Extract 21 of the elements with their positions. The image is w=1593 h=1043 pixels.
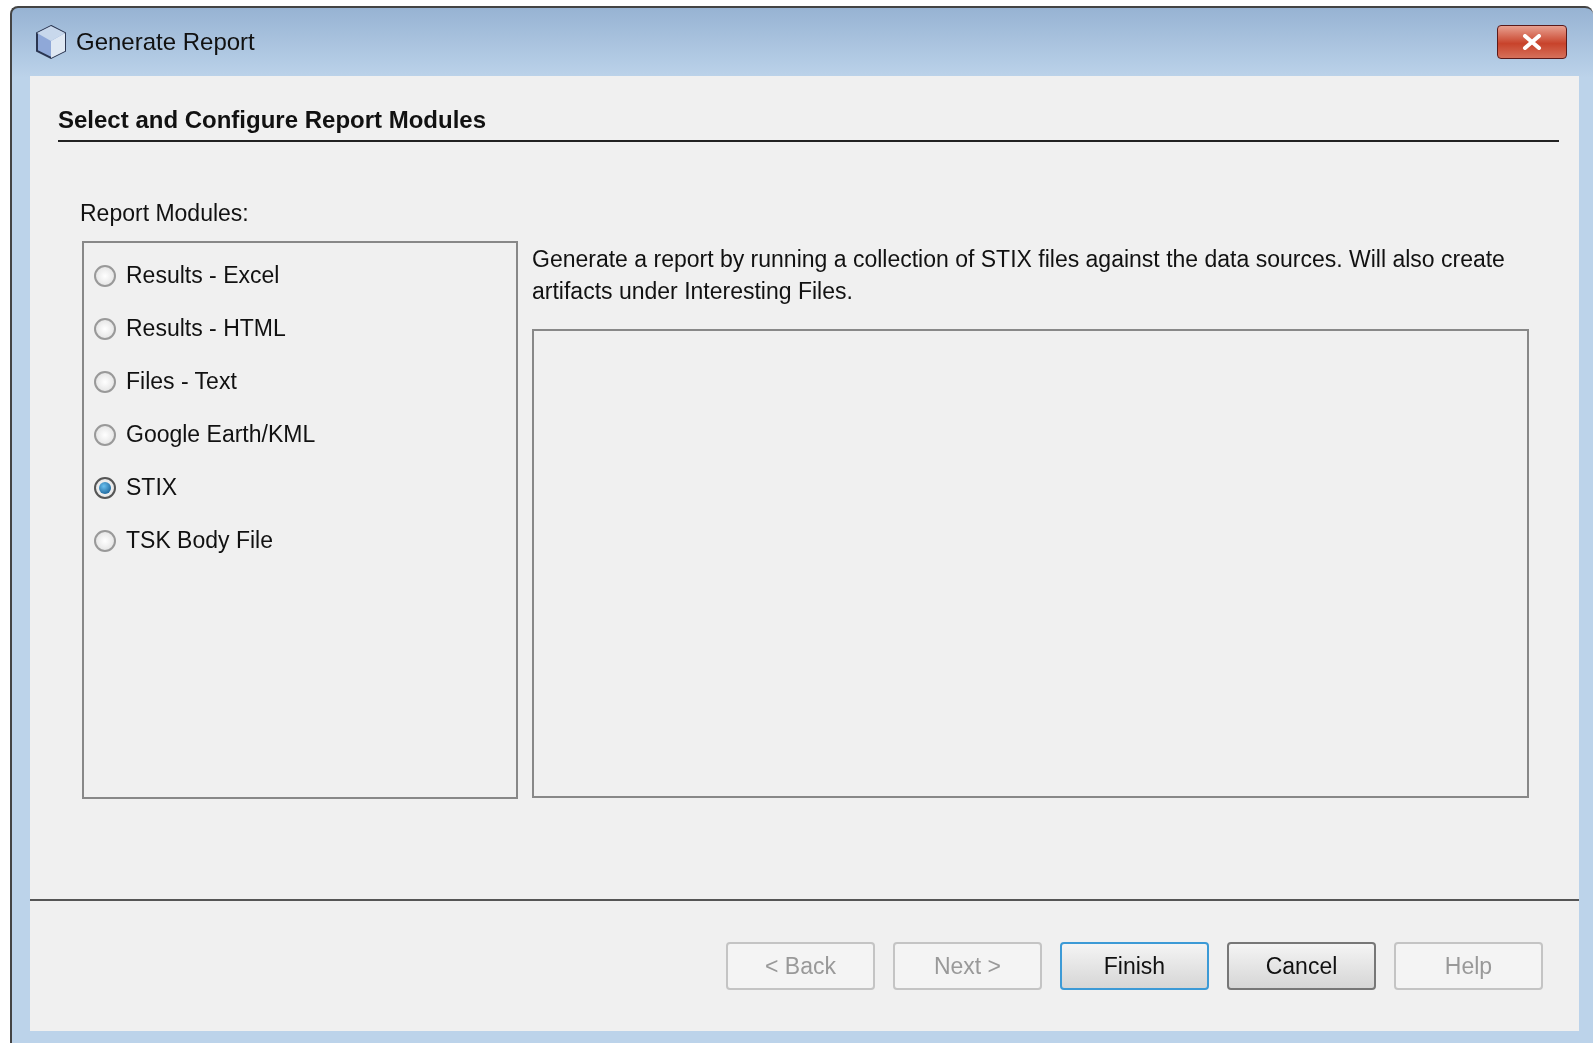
cube-icon — [34, 24, 68, 60]
radio-option[interactable]: Results - HTML — [94, 302, 506, 355]
dialog-button[interactable]: Finish — [1060, 942, 1209, 990]
modules-label: Report Modules: — [80, 200, 250, 227]
section-heading: Select and Configure Report Modules — [58, 106, 1559, 142]
radio-button[interactable] — [94, 370, 116, 393]
radio-option[interactable]: Results - Excel — [94, 249, 506, 302]
close-icon — [1521, 34, 1543, 50]
dialog-button[interactable]: Cancel — [1227, 942, 1376, 990]
radio-option[interactable]: STIX — [94, 461, 506, 514]
radio-option[interactable]: Google Earth/KML — [94, 408, 506, 461]
radio-button[interactable] — [94, 529, 116, 552]
radio-button[interactable] — [94, 476, 116, 499]
radio-option[interactable]: TSK Body File — [94, 514, 506, 567]
radio-button[interactable] — [94, 264, 116, 287]
radio-button[interactable] — [94, 317, 116, 340]
window-title: Generate Report — [76, 28, 255, 56]
module-description: Generate a report by running a collection of STIX files against the data sources. Will also create artifacts under Interesting Files. — [532, 245, 1506, 306]
radio-button[interactable] — [94, 423, 116, 446]
radio-option[interactable]: Files - Text — [94, 355, 506, 408]
close-button[interactable] — [1497, 25, 1567, 59]
